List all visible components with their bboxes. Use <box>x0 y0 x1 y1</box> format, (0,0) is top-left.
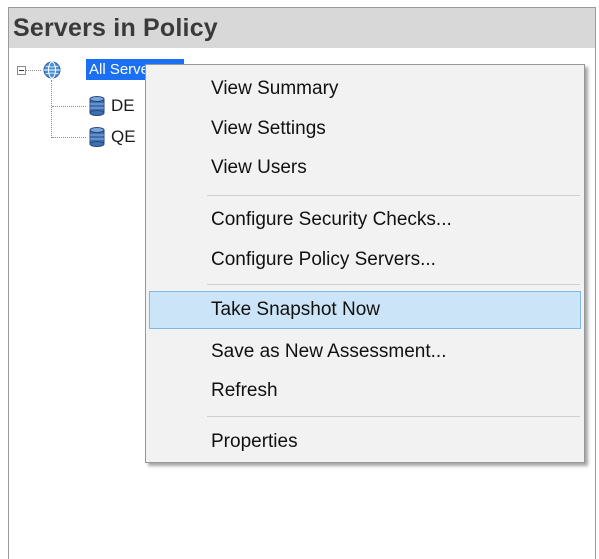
menu-item-view-summary[interactable]: View Summary <box>149 70 581 108</box>
globe-icon <box>43 61 61 79</box>
tree-connector <box>51 80 52 138</box>
tree-connector <box>26 70 41 71</box>
menu-separator <box>207 195 580 196</box>
tree-connector <box>52 106 86 107</box>
tree-node-server[interactable]: DE <box>111 96 135 116</box>
menu-item-view-users[interactable]: View Users <box>149 149 581 187</box>
tree-node-server[interactable]: QE <box>111 127 136 147</box>
menu-item-save-as-new-assessment[interactable]: Save as New Assessment... <box>149 333 581 371</box>
menu-item-configure-security-checks[interactable]: Configure Security Checks... <box>149 201 581 239</box>
menu-separator <box>207 284 580 285</box>
menu-item-refresh[interactable]: Refresh <box>149 372 581 410</box>
database-icon <box>89 127 105 147</box>
menu-separator <box>207 416 580 417</box>
menu-item-view-settings[interactable]: View Settings <box>149 110 581 148</box>
collapse-toggle-icon[interactable] <box>17 66 26 75</box>
menu-item-configure-policy-servers[interactable]: Configure Policy Servers... <box>149 241 581 279</box>
menu-item-properties[interactable]: Properties <box>149 423 581 461</box>
panel-title: Servers in Policy <box>9 8 595 48</box>
context-menu: View Summary View Settings View Users Co… <box>145 64 585 463</box>
database-icon <box>89 96 105 116</box>
tree-connector <box>52 137 86 138</box>
menu-item-take-snapshot-now[interactable]: Take Snapshot Now <box>149 291 581 329</box>
